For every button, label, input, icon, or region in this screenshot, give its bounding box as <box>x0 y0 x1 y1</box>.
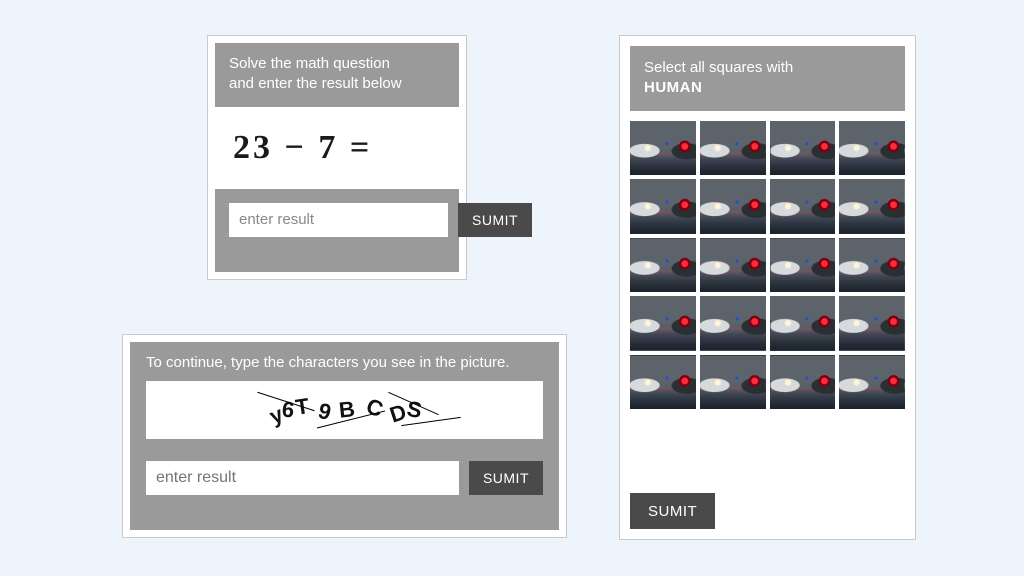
text-captcha-card: To continue, type the characters you see… <box>122 334 567 538</box>
image-captcha-tile[interactable] <box>630 121 696 176</box>
text-captcha-input-row: SUMIT <box>146 461 543 495</box>
image-captcha-tile[interactable] <box>630 355 696 410</box>
image-captcha-footer: SUMIT <box>630 479 905 529</box>
image-captcha-tile[interactable] <box>700 121 766 176</box>
math-captcha-input-row: SUMIT <box>215 189 459 251</box>
text-captcha-body: To continue, type the characters you see… <box>130 342 559 530</box>
image-submit-button[interactable]: SUMIT <box>630 493 715 529</box>
captcha-glyph: 9 <box>315 398 333 426</box>
math-captcha-body: Solve the math question and enter the re… <box>215 43 459 272</box>
image-captcha-tile[interactable] <box>630 296 696 351</box>
image-captcha-tile[interactable] <box>700 238 766 293</box>
image-captcha-tile[interactable] <box>839 296 905 351</box>
text-captcha-prompt: To continue, type the characters you see… <box>146 354 543 371</box>
image-captcha-tile[interactable] <box>770 238 836 293</box>
image-captcha-prompt-prefix: Select all squares with <box>644 59 793 76</box>
image-captcha-grid <box>630 121 905 410</box>
math-submit-button[interactable]: SUMIT <box>458 203 532 237</box>
image-captcha-tile[interactable] <box>770 355 836 410</box>
text-submit-button[interactable]: SUMIT <box>469 461 543 495</box>
math-captcha-equation: 23 − 7 = <box>215 107 459 189</box>
image-captcha-tile[interactable] <box>839 355 905 410</box>
image-captcha-tile[interactable] <box>700 179 766 234</box>
image-captcha-tile[interactable] <box>770 179 836 234</box>
math-captcha-prompt: Solve the math question and enter the re… <box>215 43 459 107</box>
image-captcha-tile[interactable] <box>839 121 905 176</box>
prompt-line: Solve the math question <box>229 55 390 72</box>
captcha-glyph: C <box>363 393 387 423</box>
prompt-line: and enter the result below <box>229 75 402 92</box>
image-captcha-tile[interactable] <box>700 296 766 351</box>
image-captcha-tile[interactable] <box>700 355 766 410</box>
text-result-input[interactable] <box>146 461 459 495</box>
image-captcha-tile[interactable] <box>630 238 696 293</box>
image-captcha-tile[interactable] <box>770 296 836 351</box>
image-captcha-tile[interactable] <box>630 179 696 234</box>
image-captcha-tile[interactable] <box>839 179 905 234</box>
text-captcha-image: y 6 T 9 B C D S <box>146 381 543 439</box>
math-captcha-card: Solve the math question and enter the re… <box>207 35 467 280</box>
math-result-input[interactable] <box>229 203 448 237</box>
image-captcha-header: Select all squares with HUMAN <box>630 46 905 111</box>
image-captcha-tile[interactable] <box>839 238 905 293</box>
image-captcha-card: Select all squares with HUMAN SUMIT <box>619 35 916 540</box>
image-captcha-tile[interactable] <box>770 121 836 176</box>
image-captcha-target: HUMAN <box>644 79 702 96</box>
